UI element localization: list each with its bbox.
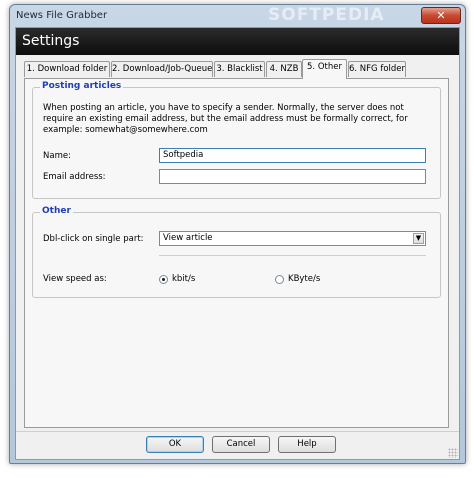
email-input[interactable] bbox=[159, 169, 426, 184]
speed-label: View speed as: bbox=[43, 274, 107, 284]
posting-description: When posting an article, you have to spe… bbox=[43, 103, 408, 135]
other-separator bbox=[159, 255, 426, 256]
help-button[interactable]: Help bbox=[278, 436, 336, 453]
ok-button[interactable]: OK bbox=[146, 436, 204, 453]
window-title: News File Grabber bbox=[16, 10, 108, 21]
close-button[interactable]: ✕ bbox=[421, 7, 461, 24]
tab-blacklist[interactable]: 3. Blacklist bbox=[214, 61, 265, 77]
dblclick-selected-value: View article bbox=[163, 233, 213, 243]
header-band: Settings bbox=[16, 28, 459, 55]
cancel-button[interactable]: Cancel bbox=[212, 436, 270, 453]
settings-window: News File Grabber SOFTPEDIA ✕ Settings 1… bbox=[9, 4, 466, 464]
resize-grip-icon[interactable] bbox=[448, 448, 458, 458]
posting-articles-group: Posting articles When posting an article… bbox=[32, 81, 441, 199]
softpedia-watermark: SOFTPEDIA bbox=[268, 5, 385, 25]
tab-download-folder[interactable]: 1. Download folder bbox=[24, 61, 110, 77]
name-label: Name: bbox=[43, 151, 71, 161]
kbyte-radio-label[interactable]: KByte/s bbox=[288, 274, 320, 284]
tab-panel-other: Posting articles When posting an article… bbox=[24, 78, 449, 428]
button-row-separator bbox=[16, 431, 459, 432]
posting-articles-heading: Posting articles bbox=[40, 81, 124, 91]
kbit-radio[interactable] bbox=[159, 275, 168, 284]
name-input[interactable]: Softpedia bbox=[159, 148, 426, 163]
kbyte-radio[interactable] bbox=[275, 275, 284, 284]
other-heading: Other bbox=[40, 206, 73, 216]
chevron-down-icon[interactable]: ▼ bbox=[413, 233, 424, 244]
tab-download-job-queue[interactable]: 2. Download/Job-Queue bbox=[111, 61, 213, 77]
dialog-client: Settings 1. Download folder 2. Download/… bbox=[15, 27, 460, 460]
tab-nzb[interactable]: 4. NZB bbox=[266, 61, 302, 77]
page-title: Settings bbox=[22, 33, 80, 49]
dblclick-dropdown[interactable]: View article ▼ bbox=[159, 231, 426, 246]
tab-nfg-folder[interactable]: 6. NFG folder bbox=[348, 61, 406, 77]
email-label: Email address: bbox=[43, 172, 106, 182]
close-icon: ✕ bbox=[436, 9, 446, 22]
dblclick-label: Dbl-click on single part: bbox=[43, 234, 144, 244]
other-group: Other Dbl-click on single part: View art… bbox=[32, 206, 441, 298]
kbit-radio-label[interactable]: kbit/s bbox=[172, 274, 195, 284]
title-bar[interactable]: News File Grabber SOFTPEDIA ✕ bbox=[10, 5, 465, 27]
tab-other[interactable]: 5. Other bbox=[302, 59, 347, 79]
